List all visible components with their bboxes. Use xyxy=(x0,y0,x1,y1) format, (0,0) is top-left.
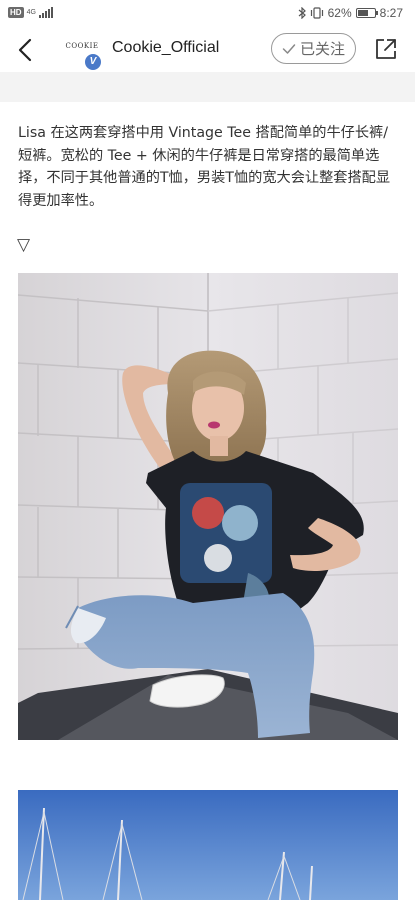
network-label: 4G xyxy=(26,9,36,16)
share-icon[interactable] xyxy=(374,37,398,61)
account-name[interactable]: Cookie_Official xyxy=(112,39,219,57)
follow-button[interactable]: 已关注 xyxy=(271,33,356,64)
status-left: HD 4G xyxy=(8,7,53,18)
article-paragraph: Lisa 在这两套穿搭中用 Vintage Tee 搭配简单的牛仔长裤/短裤。宽… xyxy=(18,125,391,209)
avatar-logo-text: COOKIE xyxy=(65,42,99,50)
status-bar: HD 4G 62% 8:27 xyxy=(0,0,415,28)
second-photo[interactable] xyxy=(18,790,398,900)
checkmark-icon xyxy=(282,43,296,54)
verified-badge-icon: V xyxy=(84,53,102,71)
avatar[interactable]: COOKIE V xyxy=(62,36,102,71)
expand-triangle-icon[interactable]: ▽ xyxy=(17,235,30,255)
header-divider-band xyxy=(0,72,415,102)
back-arrow-icon[interactable] xyxy=(14,36,38,64)
status-right: 62% 8:27 xyxy=(298,6,403,20)
outfit-photo[interactable] xyxy=(18,273,398,740)
bluetooth-icon xyxy=(298,7,306,19)
vibrate-icon xyxy=(310,7,323,19)
signal-icon xyxy=(38,7,53,18)
follow-label: 已关注 xyxy=(299,40,345,58)
clock: 8:27 xyxy=(379,6,403,20)
hd-badge: HD xyxy=(8,7,24,18)
app-header: COOKIE V Cookie_Official 已关注 xyxy=(0,28,415,72)
battery-percent: 62% xyxy=(327,6,352,20)
battery-icon xyxy=(355,8,378,18)
